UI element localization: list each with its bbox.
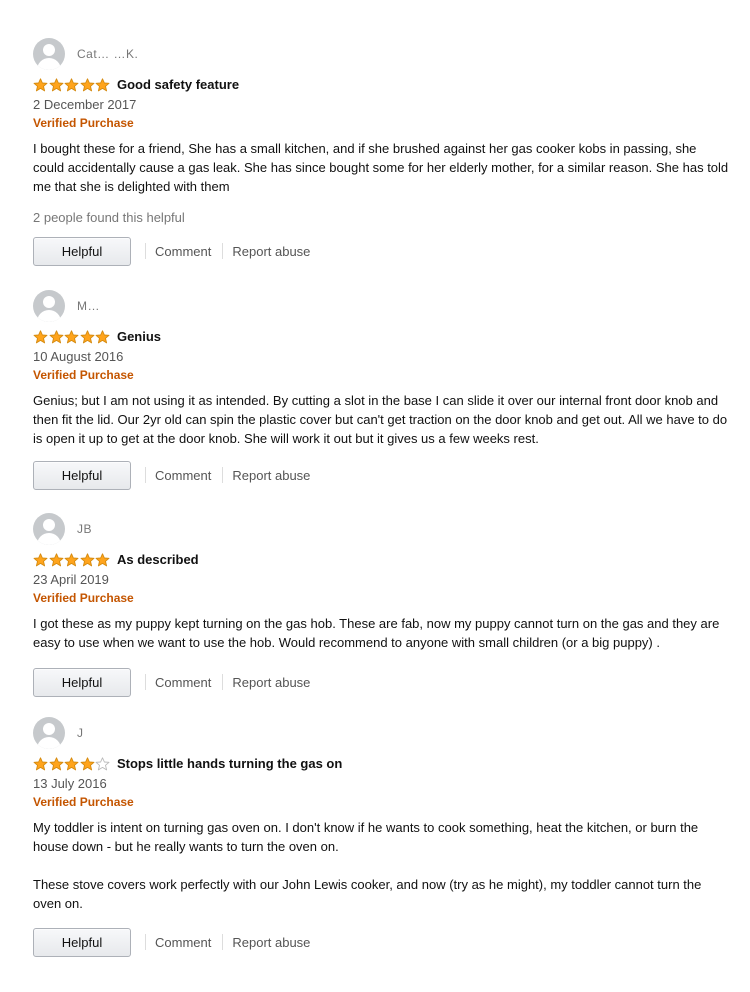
avatar-icon (33, 717, 65, 749)
helpful-count: 2 people found this helpful (33, 210, 185, 225)
avatar-icon (33, 513, 65, 545)
helpful-button[interactable]: Helpful (33, 667, 131, 697)
review-paragraph: These stove covers work perfectly with o… (33, 877, 702, 911)
star-filled-icon (49, 552, 64, 566)
report-abuse-link[interactable]: Report abuse (232, 468, 310, 483)
review-title[interactable]: As described (117, 552, 199, 567)
divider (145, 467, 146, 483)
divider (145, 674, 146, 690)
star-filled-icon (49, 756, 64, 770)
avatar-icon (33, 290, 65, 322)
review-paragraph: I bought these for a friend, She has a s… (33, 141, 729, 194)
star-filled-icon (33, 329, 48, 343)
comment-link[interactable]: Comment (155, 244, 211, 259)
verified-purchase-badge: Verified Purchase (33, 591, 134, 605)
star-filled-icon (33, 756, 48, 770)
star-rating[interactable] (33, 552, 111, 567)
review-paragraph: I got these as my puppy kept turning on … (33, 616, 720, 650)
reviewer-profile[interactable]: M… (33, 290, 730, 322)
star-filled-icon (80, 77, 95, 91)
star-rating[interactable] (33, 77, 111, 92)
reviewer-profile[interactable]: JB (33, 513, 730, 545)
review-paragraph: Genius; but I am not using it as intende… (33, 393, 728, 446)
review-actions: Helpful Comment Report abuse (33, 926, 730, 958)
star-filled-icon (64, 552, 79, 566)
verified-purchase-badge: Verified Purchase (33, 795, 134, 809)
reviewer-name[interactable]: J (77, 726, 84, 740)
review: M… Genius 10 August 2016 Verified Purcha… (33, 290, 730, 491)
star-empty-icon (95, 756, 110, 770)
review-actions: Helpful Comment Report abuse (33, 666, 730, 698)
review-date: 13 July 2016 (33, 776, 107, 791)
review-body: My toddler is intent on turning gas oven… (33, 818, 730, 913)
star-filled-icon (64, 329, 79, 343)
report-abuse-link[interactable]: Report abuse (232, 244, 310, 259)
avatar-icon (33, 38, 65, 70)
star-rating[interactable] (33, 329, 111, 344)
divider (145, 934, 146, 950)
review-title[interactable]: Genius (117, 329, 161, 344)
reviewer-name[interactable]: Cat… …K. (77, 47, 138, 61)
review-body: I bought these for a friend, She has a s… (33, 139, 730, 196)
review-date: 10 August 2016 (33, 349, 124, 364)
star-filled-icon (49, 329, 64, 343)
review-title[interactable]: Stops little hands turning the gas on (117, 756, 342, 771)
review: Cat… …K. Good safety feature 2 December … (33, 38, 730, 267)
divider (145, 243, 146, 259)
star-filled-icon (80, 329, 95, 343)
star-filled-icon (95, 552, 110, 566)
review-actions: Helpful Comment Report abuse (33, 235, 730, 267)
helpful-button[interactable]: Helpful (33, 927, 131, 957)
star-rating[interactable] (33, 756, 111, 771)
reviewer-profile[interactable]: Cat… …K. (33, 38, 730, 70)
star-filled-icon (95, 77, 110, 91)
comment-link[interactable]: Comment (155, 468, 211, 483)
star-filled-icon (64, 756, 79, 770)
reviewer-name[interactable]: M… (77, 299, 100, 313)
report-abuse-link[interactable]: Report abuse (232, 935, 310, 950)
review: J Stops little hands turning the gas on … (33, 717, 730, 958)
review-body: Genius; but I am not using it as intende… (33, 391, 730, 448)
star-filled-icon (95, 329, 110, 343)
review-title[interactable]: Good safety feature (117, 77, 239, 92)
divider (222, 934, 224, 950)
review-date: 2 December 2017 (33, 97, 137, 112)
star-filled-icon (49, 77, 64, 91)
reviewer-profile[interactable]: J (33, 717, 730, 749)
comment-link[interactable]: Comment (155, 935, 211, 950)
review-paragraph: My toddler is intent on turning gas oven… (33, 820, 699, 854)
report-abuse-link[interactable]: Report abuse (232, 675, 310, 690)
review: JB As described 23 April 2019 Verified P… (33, 513, 730, 698)
comment-link[interactable]: Comment (155, 675, 211, 690)
star-filled-icon (33, 552, 48, 566)
divider (222, 674, 224, 690)
review-actions: Helpful Comment Report abuse (33, 459, 730, 491)
reviewer-name[interactable]: JB (77, 522, 92, 536)
star-filled-icon (33, 77, 48, 91)
verified-purchase-badge: Verified Purchase (33, 116, 134, 130)
verified-purchase-badge: Verified Purchase (33, 368, 134, 382)
star-filled-icon (80, 756, 95, 770)
review-date: 23 April 2019 (33, 572, 109, 587)
helpful-button[interactable]: Helpful (33, 460, 131, 490)
star-filled-icon (80, 552, 95, 566)
review-body: I got these as my puppy kept turning on … (33, 614, 730, 652)
star-filled-icon (64, 77, 79, 91)
divider (222, 243, 224, 259)
divider (222, 467, 224, 483)
helpful-button[interactable]: Helpful (33, 236, 131, 266)
